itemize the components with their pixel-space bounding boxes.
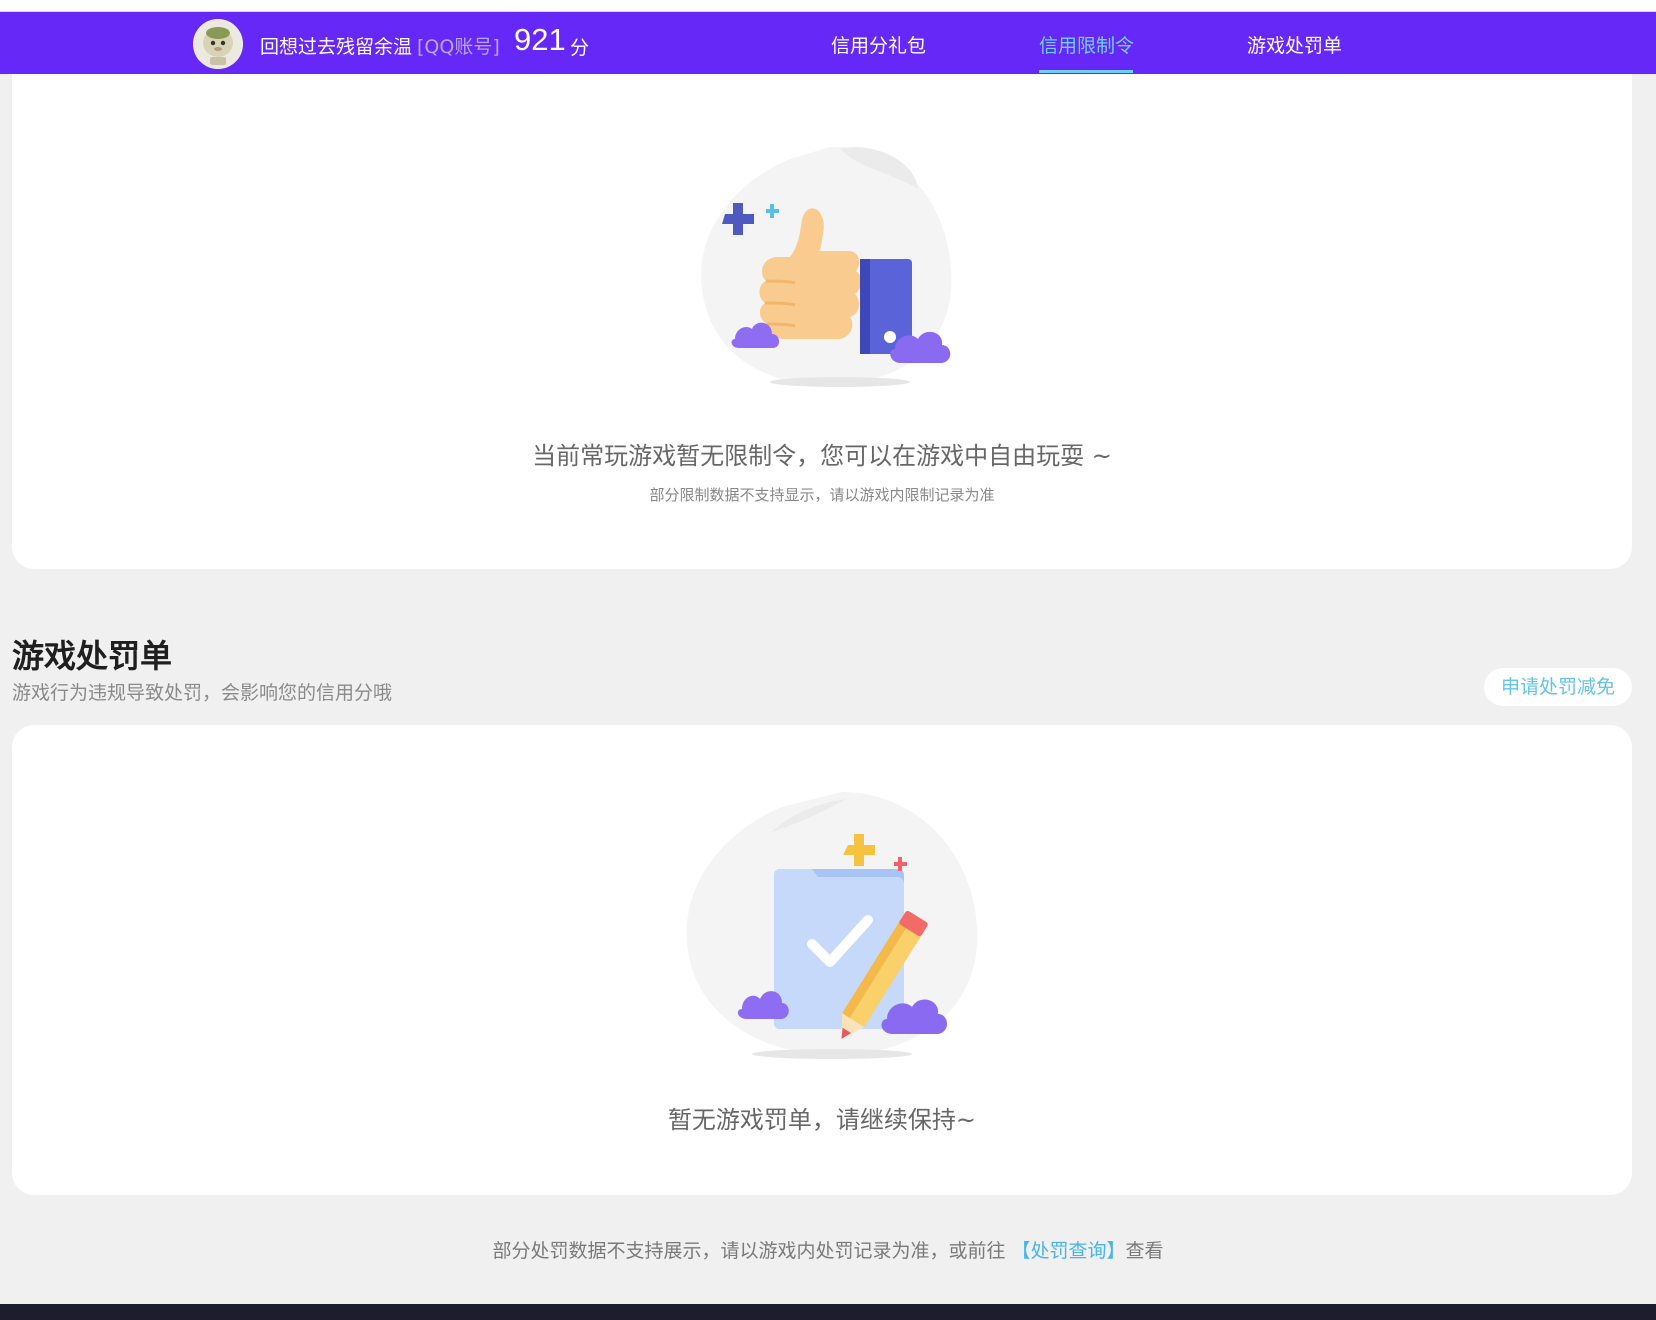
user-name: 回想过去残留余温: [260, 36, 413, 58]
account-type-label: [QQ账号]: [417, 36, 500, 58]
nav-credit-restriction[interactable]: 信用限制令: [1039, 31, 1134, 58]
thumbs-up-illustration: [701, 146, 952, 387]
credit-score: 921: [514, 22, 566, 57]
restriction-empty-note: 部分限制数据不支持显示，请以游戏内限制记录为准: [649, 486, 995, 504]
penalty-section-subtitle: 游戏行为违规导致处罚，会影响您的信用分哦: [12, 682, 393, 704]
restriction-card: 当前常玩游戏暂无限制令，您可以在游戏中自由玩耍 ~ 部分限制数据不支持显示，请以…: [12, 74, 1632, 569]
penalty-section-title: 游戏处罚单: [12, 637, 173, 675]
user-avatar[interactable]: [193, 19, 243, 69]
active-tab-indicator: [1039, 70, 1133, 73]
checklist-pencil-illustration: [686, 792, 978, 1059]
restriction-empty-title: 当前常玩游戏暂无限制令，您可以在游戏中自由玩耍 ~: [532, 442, 1112, 470]
apply-penalty-reduction-button[interactable]: 申请处罚减免: [1484, 668, 1632, 706]
penalty-empty-title: 暂无游戏罚单，请继续保持~: [667, 1106, 977, 1134]
nav-game-penalty[interactable]: 游戏处罚单: [1247, 31, 1342, 58]
bottom-bar: [0, 1304, 1656, 1320]
browser-top-strip: [0, 0, 1656, 12]
nav-credit-gift[interactable]: 信用分礼包: [831, 31, 926, 58]
footer-note-suffix: 查看: [1125, 1240, 1164, 1262]
avatar-image: [193, 19, 243, 69]
footer-note: 部分处罚数据不支持展示，请以游戏内处罚记录为准，或前往 【处罚查询】查看: [0, 1236, 1656, 1263]
footer-note-prefix: 部分处罚数据不支持展示，请以游戏内处罚记录为准，或前往: [492, 1240, 1012, 1262]
penalty-query-link[interactable]: 【处罚查询】: [1012, 1240, 1126, 1262]
top-header: 回想过去残留余温 [QQ账号] 921 分 信用分礼包 信用限制令 游戏处罚单: [0, 12, 1656, 74]
credit-score-unit: 分: [570, 37, 590, 59]
penalty-card: 暂无游戏罚单，请继续保持~: [12, 725, 1632, 1195]
